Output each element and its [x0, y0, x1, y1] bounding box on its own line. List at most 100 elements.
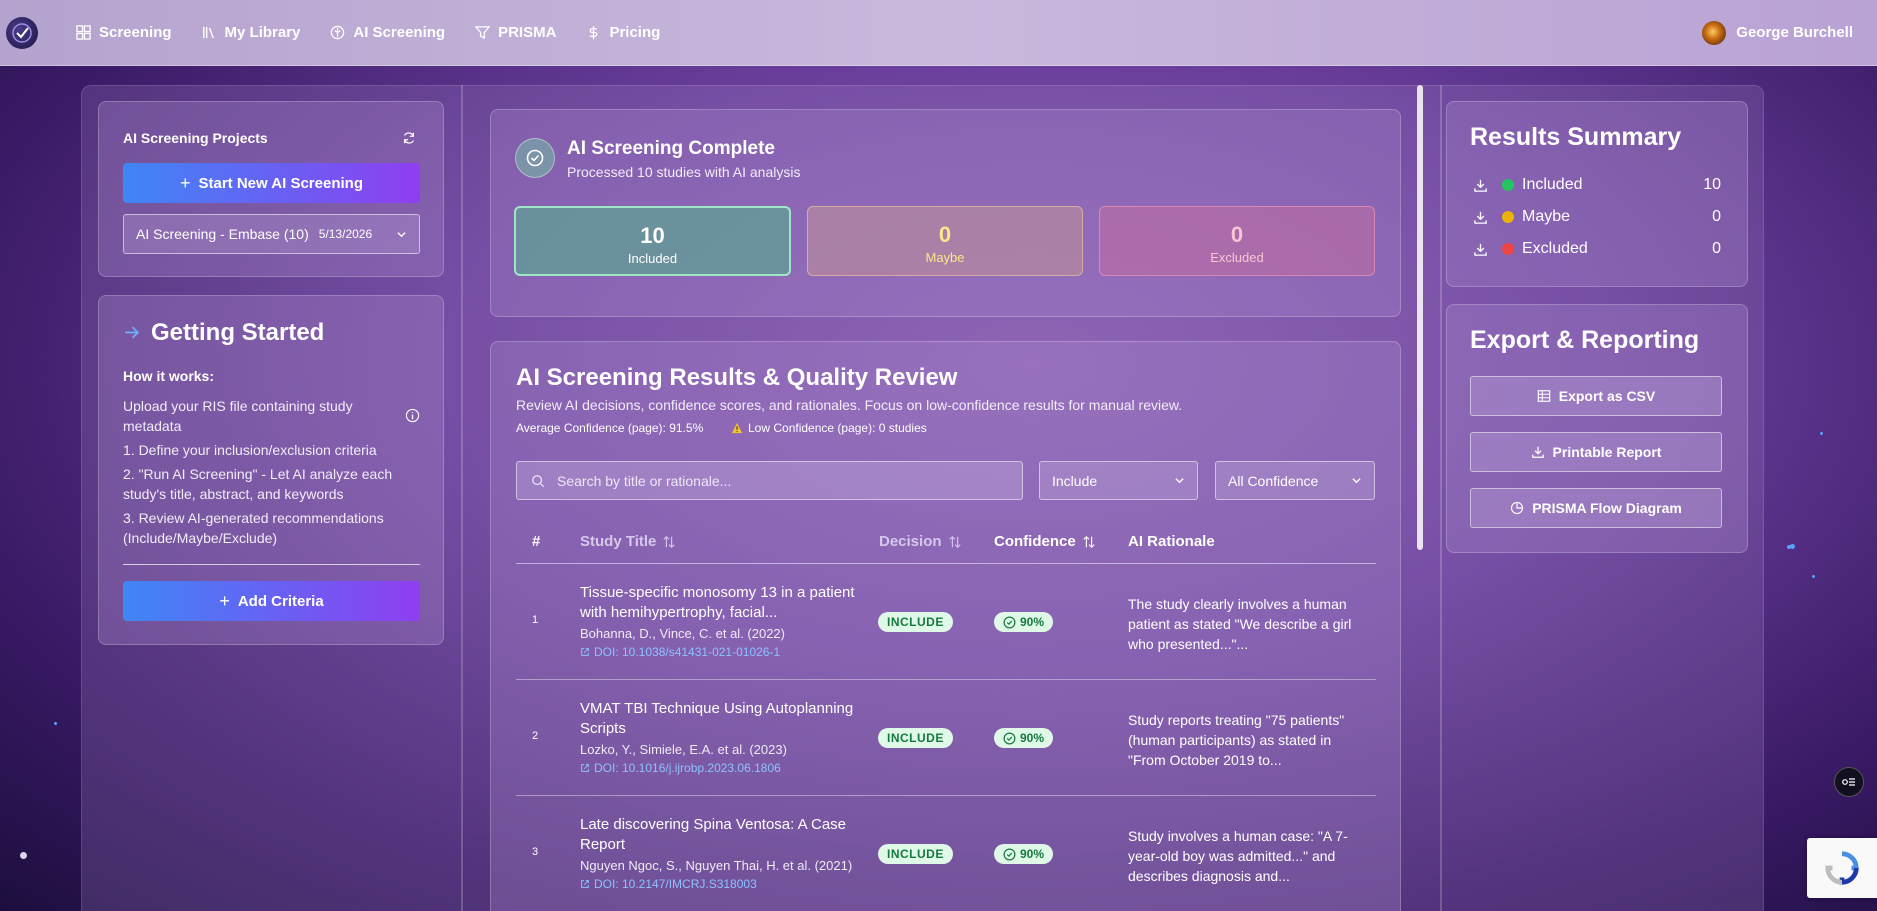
table-row[interactable]: 3 Late discovering Spina Ventosa: A Case… [516, 796, 1376, 911]
nav-ai-screening[interactable]: AI Screening [330, 24, 445, 41]
doi-link[interactable]: DOI: 10.2147/IMCRJ.S318003 [580, 877, 757, 891]
doi-link[interactable]: DOI: 10.1016/j.ijrobp.2023.06.1806 [580, 761, 781, 775]
plus-icon: + [179, 172, 191, 193]
nav-pricing[interactable]: Pricing [586, 24, 660, 41]
step-upload: Upload your RIS file containing study me… [123, 398, 353, 434]
search-input[interactable]: Search by title or rationale... [516, 461, 1023, 500]
ai-rationale: Study reports treating "75 patients" (hu… [1128, 712, 1345, 768]
col-decision[interactable]: Decision [879, 533, 962, 550]
button-label: PRISMA Flow Diagram [1532, 500, 1682, 516]
decision-badge: INCLUDE [878, 844, 953, 864]
button-label: Export as CSV [1558, 388, 1656, 404]
decision-badge: INCLUDE [878, 728, 953, 748]
recaptcha-icon [1825, 851, 1859, 885]
decision-filter-value: Include [1052, 472, 1098, 489]
user-name: George Burchell [1736, 24, 1853, 41]
search-icon [532, 474, 545, 487]
ai-rationale: Study involves a human case: "A 7-year-o… [1128, 828, 1348, 884]
start-new-ai-screening-button[interactable]: + Start New AI Screening [123, 163, 420, 203]
nav-label: My Library [224, 24, 301, 41]
nav-label: PRISMA [498, 24, 557, 41]
star-dot [20, 852, 27, 859]
projects-card: AI Screening Projects + Start New AI Scr… [98, 101, 444, 277]
col-num-label: # [532, 533, 541, 550]
study-title[interactable]: Late discovering Spina Ventosa: A Case R… [580, 815, 870, 855]
button-label: Printable Report [1552, 444, 1662, 460]
study-authors: Lozko, Y., Simiele, E.A. et al. (2023) [580, 742, 787, 757]
selected-project: AI Screening - Embase (10) [136, 226, 309, 242]
sort-icon [663, 535, 676, 548]
summary-excluded-label: Excluded [1522, 240, 1588, 257]
dollar-icon [590, 25, 598, 40]
col-confidence[interactable]: Confidence [994, 533, 1096, 550]
nav-label: Screening [99, 24, 172, 41]
nav-label: Pricing [609, 24, 661, 41]
download-icon[interactable] [1473, 242, 1488, 257]
nav-my-library[interactable]: My Library [202, 24, 301, 41]
status-dot-green [1502, 179, 1514, 191]
maybe-count: 0 [938, 222, 952, 247]
download-icon[interactable] [1473, 210, 1488, 225]
star-dot [1820, 432, 1823, 435]
add-criteria-button[interactable]: + Add Criteria [123, 581, 420, 621]
chevron-down-icon [397, 231, 406, 237]
info-icon[interactable] [405, 408, 420, 423]
selected-date: 5/13/2026 [318, 227, 373, 241]
study-title[interactable]: VMAT TBI Technique Using Autoplanning Sc… [580, 699, 870, 739]
table-icon [1537, 390, 1551, 402]
summary-included-label: Included [1522, 176, 1583, 193]
step-3: 3. Review AI-generated recommendations (… [123, 510, 384, 546]
export-csv-button[interactable]: Export as CSV [1470, 376, 1722, 416]
getting-started-title: Getting Started [151, 319, 325, 346]
external-link-icon [581, 764, 589, 772]
confidence-badge: 90% [994, 728, 1054, 748]
stat-excluded: 0 Excluded [1099, 206, 1375, 276]
table-row[interactable]: 1 Tissue-specific monosomy 13 in a patie… [516, 564, 1376, 680]
doi-text: DOI: 10.2147/IMCRJ.S318003 [594, 877, 757, 891]
step-2: 2. "Run AI Screening" - Let AI analyze e… [123, 466, 393, 502]
decision-filter[interactable]: Include [1039, 461, 1198, 500]
nav-prisma[interactable]: PRISMA [475, 24, 556, 41]
check-circle-icon [1003, 732, 1016, 744]
confidence-badge: 90% [994, 844, 1054, 864]
printable-report-button[interactable]: Printable Report [1470, 432, 1722, 472]
low-confidence: Low Confidence (page): 0 studies [748, 421, 927, 435]
prisma-flow-diagram-button[interactable]: PRISMA Flow Diagram [1470, 488, 1722, 528]
nav-label: AI Screening [353, 24, 446, 41]
arrow-right-icon [125, 326, 140, 339]
button-label: Start New AI Screening [198, 174, 364, 192]
included-count: 10 [640, 223, 665, 248]
confidence-filter[interactable]: All Confidence [1215, 461, 1375, 500]
avatar [1702, 20, 1727, 45]
table-row[interactable]: 2 VMAT TBI Technique Using Autoplanning … [516, 680, 1376, 796]
recaptcha-badge[interactable] [1807, 838, 1877, 898]
project-select[interactable]: AI Screening - Embase (10) 5/13/2026 [123, 214, 420, 254]
col-ai-rationale: AI Rationale [1128, 533, 1215, 550]
app-logo[interactable] [6, 16, 38, 49]
confidence-badge: 90% [994, 612, 1054, 632]
col-num: # [532, 533, 540, 550]
accessibility-widget-button[interactable] [1834, 767, 1864, 797]
projects-title: AI Screening Projects [123, 130, 268, 146]
external-link-icon [581, 880, 589, 888]
col-confidence-label: Confidence [994, 533, 1076, 550]
study-title[interactable]: Tissue-specific monosomy 13 in a patient… [580, 583, 870, 623]
external-link-icon [581, 648, 589, 656]
ai-icon [331, 25, 345, 40]
col-study-title[interactable]: Study Title [580, 533, 676, 550]
download-icon[interactable] [1473, 178, 1488, 193]
star-dot [1812, 575, 1815, 578]
ai-rationale: The study clearly involves a human patie… [1128, 596, 1352, 652]
refresh-icon[interactable] [402, 131, 416, 145]
confidence-value: 90% [1020, 731, 1045, 745]
download-icon [1531, 446, 1544, 458]
user-menu[interactable]: George Burchell [1702, 20, 1853, 45]
col-title-label: Study Title [580, 533, 657, 550]
summary-row-excluded: Excluded 0 [1473, 240, 1721, 258]
star-dot [1787, 545, 1791, 549]
doi-link[interactable]: DOI: 10.1038/s41431-021-01026-1 [580, 645, 780, 659]
table-header: # Study Title Decision Confidence AI Rat… [516, 520, 1376, 564]
nav-screening[interactable]: Screening [76, 24, 172, 41]
scrollbar[interactable] [1417, 85, 1423, 550]
study-authors: Bohanna, D., Vince, C. et al. (2022) [580, 626, 785, 641]
